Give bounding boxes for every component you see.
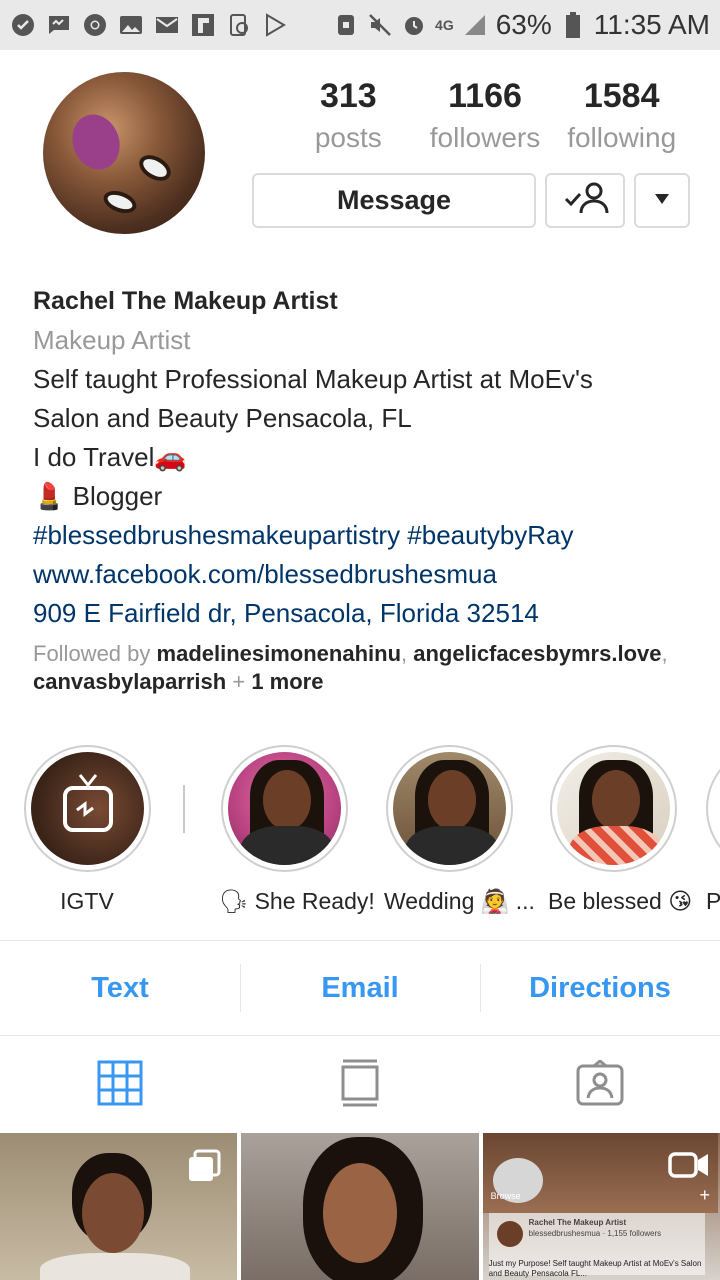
message-notification-icon: [46, 12, 72, 38]
text-contact-button[interactable]: Text: [0, 972, 240, 1005]
browse-label: Browse: [490, 1191, 521, 1201]
highlight-ring: [220, 745, 348, 872]
profile-tabs: [0, 1037, 720, 1133]
highlight-ring: [706, 745, 720, 872]
follower-username[interactable]: canvasbylaparrish: [33, 669, 226, 694]
profile-avatar[interactable]: [43, 72, 205, 234]
posts-count: 313: [319, 77, 377, 115]
highlight-igtv[interactable]: IGTV: [22, 745, 152, 915]
bio-hashtags[interactable]: #blessedbrushesmakeupartistry #beautybyR…: [33, 516, 703, 555]
alarm-icon: [401, 12, 427, 38]
followed-by-more[interactable]: 1 more: [251, 669, 323, 694]
bio-address-link[interactable]: 909 E Fairfield dr, Pensacola, Florida 3…: [33, 594, 703, 633]
following-count: 1584: [583, 77, 660, 115]
mail-icon: [154, 12, 180, 38]
tab-tagged[interactable]: [480, 1058, 720, 1111]
mini-profile-name: Rachel The Makeup Artist: [528, 1218, 627, 1227]
following-label: following: [567, 122, 677, 153]
nfc-icon: [333, 12, 359, 38]
tab-feed[interactable]: [240, 1059, 480, 1112]
mini-avatar: [496, 1221, 523, 1247]
suggestions-dropdown-button[interactable]: [634, 173, 690, 228]
video-camera-icon: [668, 1151, 710, 1184]
follower-username[interactable]: angelicfacesbymrs.love: [413, 641, 661, 666]
profile-category: Makeup Artist: [33, 325, 191, 355]
highlight-ring: [23, 745, 151, 872]
profile-name: Rachel The Makeup Artist: [33, 287, 338, 315]
followed-by[interactable]: Followed by madelinesimonenahinu, angeli…: [33, 640, 713, 696]
highlight-cover: [556, 752, 670, 865]
network-type: 4G: [435, 17, 454, 33]
highlights-divider: [183, 785, 185, 833]
separator: +: [226, 669, 252, 694]
bio-website-link[interactable]: www.facebook.com/blessedbrushesmua: [33, 555, 703, 594]
highlight-label: IGTV: [60, 888, 114, 914]
battery-percent: 63%: [495, 9, 552, 40]
bio-line: 💄 Blogger: [33, 481, 163, 511]
highlight-partial[interactable]: P: [706, 745, 720, 915]
battery-icon: [560, 12, 586, 38]
grid-icon: [97, 1060, 143, 1111]
posts-stat[interactable]: 313 posts: [280, 78, 417, 154]
flipboard-icon: [190, 12, 216, 38]
post-thumbnail[interactable]: Browse + Rachel The Makeup Artist blesse…: [482, 1133, 720, 1280]
separator: ,: [661, 641, 668, 666]
follower-username[interactable]: madelinesimonenahinu: [157, 641, 402, 666]
highlight-ring: [549, 745, 677, 872]
status-bar: 4G 63% 11:35 AM: [0, 0, 720, 50]
clock: 11:35 AM: [593, 9, 710, 40]
tagged-user-icon: [576, 1058, 624, 1111]
contact-actions: Text Email Directions: [0, 940, 720, 1036]
separator: ,: [401, 641, 414, 666]
highlight-cover: [227, 752, 341, 865]
post-grid: Browse + Rachel The Makeup Artist blesse…: [0, 1133, 720, 1280]
followers-label: followers: [429, 122, 541, 153]
posts-label: posts: [314, 122, 382, 153]
feed-icon: [340, 1059, 380, 1112]
directions-contact-button[interactable]: Directions: [480, 963, 720, 1012]
mini-caption: Just my Purpose! Self taught Makeup Arti…: [488, 1259, 702, 1278]
following-stat[interactable]: 1584 following: [553, 78, 690, 154]
followers-stat[interactable]: 1166 followers: [417, 78, 554, 154]
highlight-cover: [392, 752, 506, 865]
highlight-label: Wedding 👰 ...: [384, 888, 535, 914]
igtv-screen: [62, 786, 113, 832]
followed-by-prefix: Followed by: [33, 641, 157, 666]
app-update-icon: [226, 12, 252, 38]
highlight-ring: [385, 745, 513, 872]
mute-icon: [367, 12, 393, 38]
post-thumbnail[interactable]: [241, 1133, 479, 1280]
mini-profile-sub: blessedbrushesmua · 1,155 followers: [528, 1229, 662, 1238]
highlight-label: P: [706, 888, 720, 914]
highlight-wedding[interactable]: Wedding 👰 ...: [384, 745, 535, 915]
highlight-label: Be blessed 😘: [548, 888, 693, 914]
profile-bio: Rachel The Makeup Artist Makeup Artist S…: [33, 282, 703, 633]
bio-line: Salon and Beauty Pensacola, FL: [33, 403, 412, 433]
plus-icon: +: [699, 1185, 710, 1205]
email-contact-button[interactable]: Email: [240, 963, 480, 1012]
signal-icon: [462, 12, 488, 38]
tab-grid[interactable]: [0, 1060, 240, 1111]
following-button[interactable]: [545, 173, 625, 228]
play-store-icon: [262, 12, 288, 38]
highlight-cover: [30, 752, 144, 865]
triangle-down-icon: [654, 192, 670, 210]
post-thumbnail[interactable]: [0, 1133, 238, 1280]
highlight-she-ready[interactable]: 🗣 She Ready!: [219, 745, 375, 915]
user-check-icon: [560, 181, 610, 220]
bio-line: Self taught Professional Makeup Artist a…: [33, 364, 593, 394]
carousel-icon: [187, 1149, 221, 1188]
profile-actions: Message: [252, 173, 690, 228]
followers-count: 1166: [448, 77, 522, 115]
gallery-icon: [118, 12, 144, 38]
bio-line: I do Travel🚗: [33, 442, 187, 472]
check-circle-icon: [10, 12, 36, 38]
highlight-label: 🗣 She Ready!: [219, 888, 375, 914]
highlight-be-blessed[interactable]: Be blessed 😘: [548, 745, 693, 915]
chrome-icon: [82, 12, 108, 38]
story-highlights: IGTV 🗣 She Ready! Wedding 👰 ... Be bless…: [0, 745, 720, 915]
message-button[interactable]: Message: [252, 173, 536, 228]
profile-stats: 313 posts 1166 followers 1584 following: [280, 78, 690, 154]
